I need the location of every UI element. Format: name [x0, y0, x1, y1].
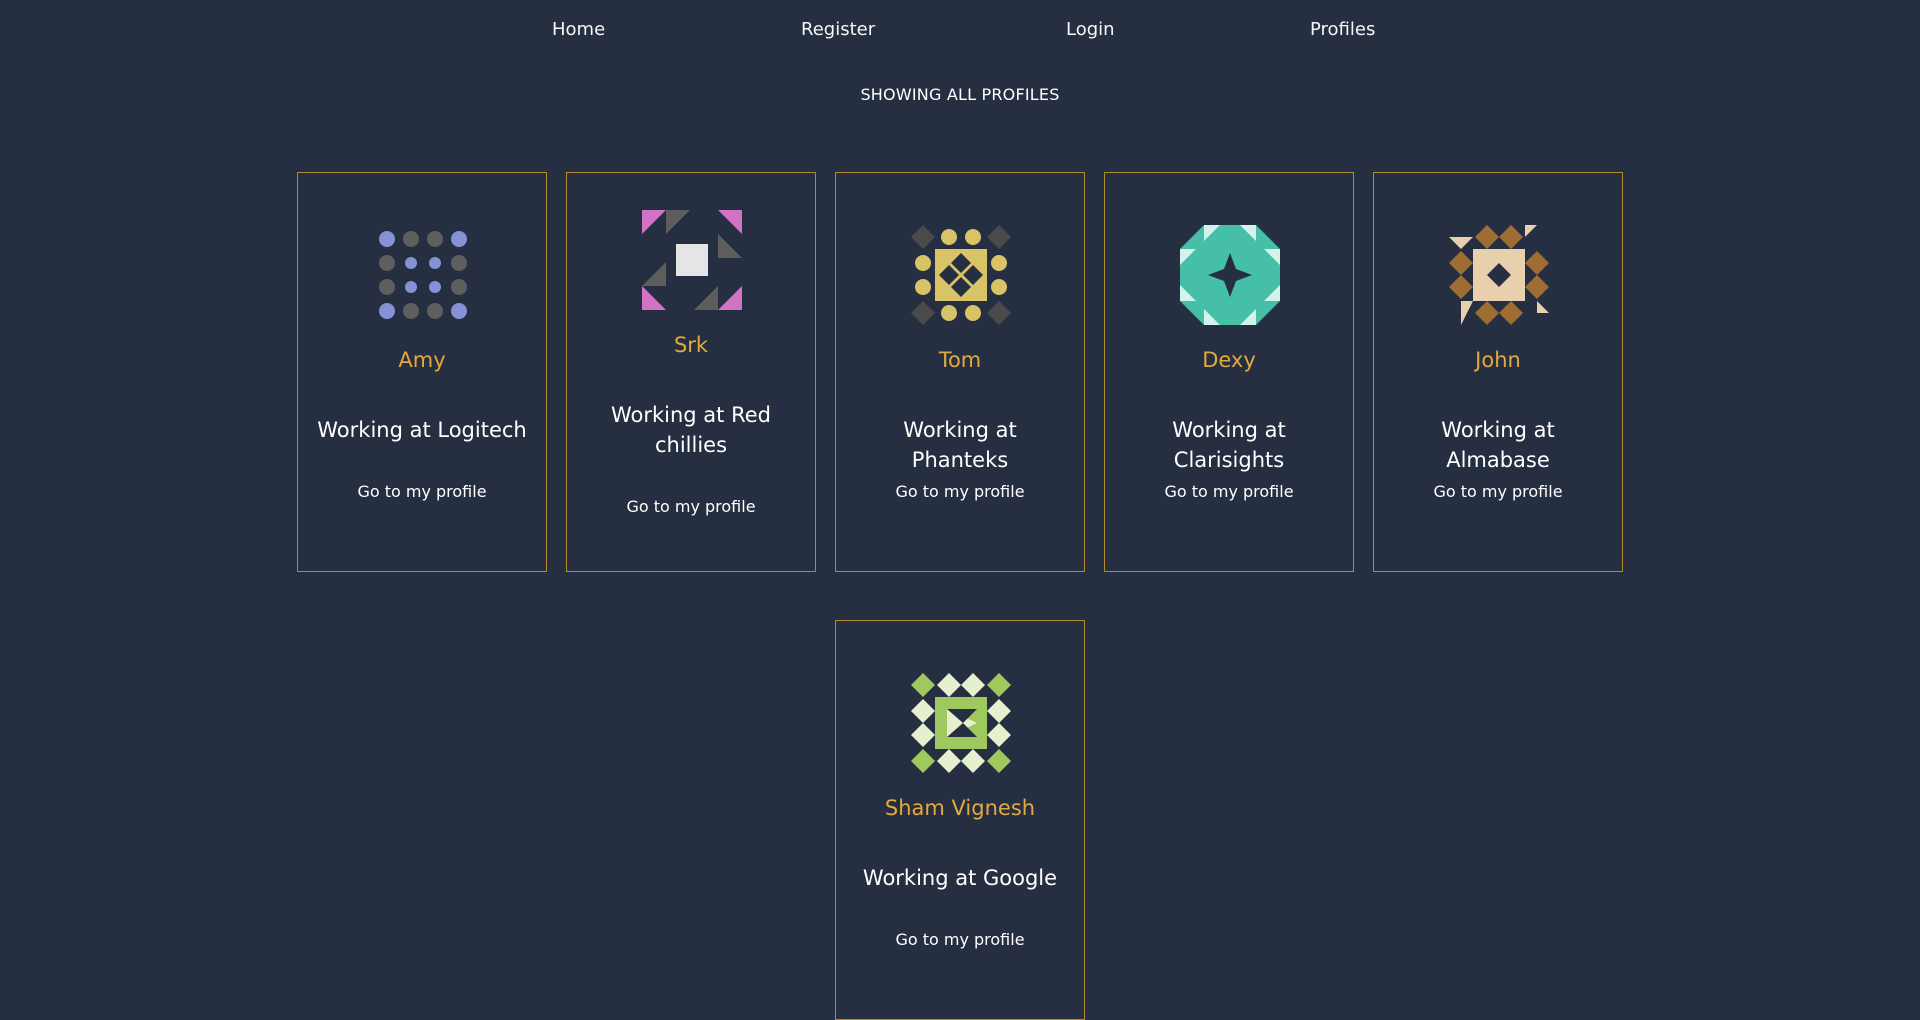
profile-name: Tom	[938, 348, 982, 372]
profile-card: Tom Working at Phanteks Go to my profile	[835, 172, 1085, 572]
go-to-profile-link[interactable]: Go to my profile	[298, 482, 546, 502]
triangle-square-pattern-icon	[642, 210, 742, 310]
profile-name: Srk	[673, 333, 709, 357]
top-navigation: Home Register Login Profiles	[0, 0, 1920, 60]
nav-home-link[interactable]: Home	[552, 19, 605, 41]
diamond-triangle-pattern-icon	[1449, 225, 1549, 325]
profile-company: Working at Google	[862, 866, 1058, 890]
go-to-profile-link[interactable]: Go to my profile	[1105, 482, 1353, 502]
profile-name: John	[1475, 348, 1521, 372]
profile-company: Working at Almabase	[1441, 418, 1555, 472]
diamond-dot-pattern-icon	[911, 225, 1011, 325]
profile-company: Working at Clarisights	[1172, 418, 1286, 472]
profile-company: Working at Logitech	[317, 418, 527, 442]
profile-card: Srk Working at Red chillies Go to my pro…	[566, 172, 816, 572]
profile-card: John Working at Almabase Go to my profil…	[1373, 172, 1623, 572]
profile-card: Dexy Working at Clarisights Go to my pro…	[1104, 172, 1354, 572]
profile-name: Amy	[398, 348, 446, 372]
profile-name: Sham Vignesh	[884, 796, 1036, 820]
profile-company: Working at Phanteks	[903, 418, 1017, 472]
go-to-profile-link[interactable]: Go to my profile	[836, 482, 1084, 502]
go-to-profile-link[interactable]: Go to my profile	[1374, 482, 1622, 502]
profile-company: Working at Red chillies	[610, 403, 771, 457]
profile-card: Sham Vignesh Working at Google Go to my …	[835, 620, 1085, 1020]
dots-pattern-icon	[379, 231, 467, 319]
go-to-profile-link[interactable]: Go to my profile	[567, 497, 815, 517]
profile-card: Amy Working at Logitech Go to my profile	[297, 172, 547, 572]
nav-login-link[interactable]: Login	[1066, 19, 1115, 41]
profile-name: Dexy	[1202, 348, 1256, 372]
nav-register-link[interactable]: Register	[801, 19, 875, 41]
nav-profiles-link[interactable]: Profiles	[1310, 19, 1375, 41]
green-diamond-pattern-icon	[911, 673, 1011, 773]
go-to-profile-link[interactable]: Go to my profile	[836, 930, 1084, 950]
star-triangle-pattern-icon	[1180, 225, 1280, 325]
page-heading: SHOWING ALL PROFILES	[860, 85, 1060, 104]
